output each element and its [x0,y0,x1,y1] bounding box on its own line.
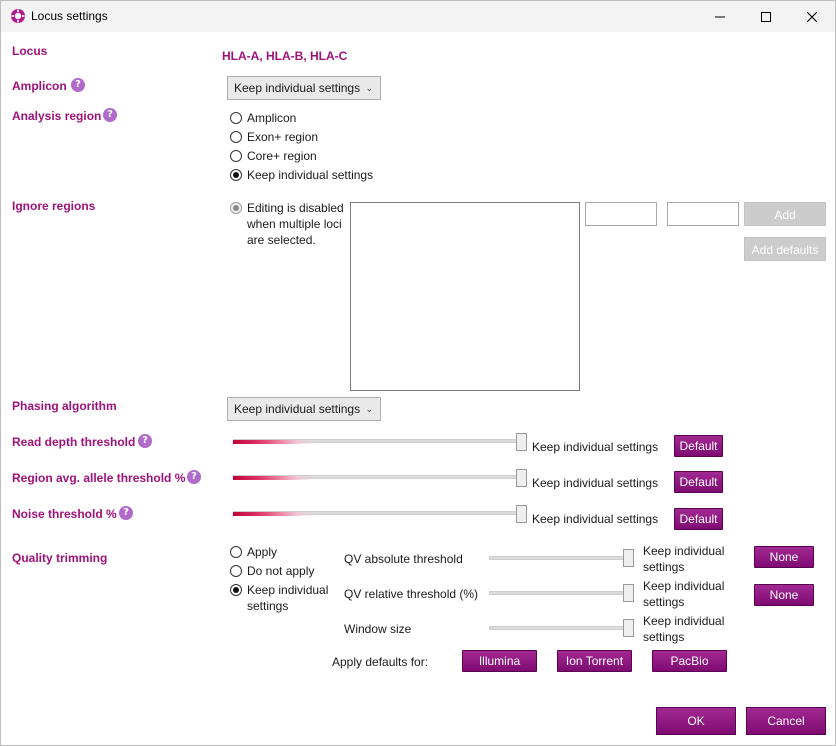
qv-absolute-value-line: settings [643,560,685,574]
amplicon-help-icon[interactable]: ? [71,78,85,92]
gear-app-icon [11,9,25,23]
locus-settings-window: Locus settings Locus HLA-A, HLA-B, HLA-C… [0,0,836,746]
read-depth-slider-fill [233,440,313,444]
maximize-icon [761,11,771,22]
qv-absolute-none-button[interactable]: None [754,546,814,568]
quality-trimming-radio-apply[interactable] [230,546,242,558]
analysis-region-radio-keep[interactable] [230,169,242,181]
ignore-regions-list[interactable] [350,202,580,391]
ignore-regions-note-line: Editing is disabled [247,201,344,215]
qv-relative-value-line: settings [643,595,685,609]
chevron-down-icon: ⌄ [365,83,373,93]
qv-relative-slider-track[interactable] [489,591,631,595]
analysis-region-option-label: Amplicon [247,111,297,125]
cancel-button[interactable]: Cancel [746,707,826,735]
ignore-regions-disabled-radio [230,202,242,214]
amplicon-label: Amplicon [12,79,67,93]
window-size-label: Window size [344,622,412,636]
quality-trimming-option-label: settings [247,599,289,613]
preset-pacbio-button[interactable]: PacBio [652,650,727,672]
analysis-region-option-label: Core+ region [247,149,317,163]
qv-absolute-slider-thumb[interactable] [623,549,634,567]
analysis-region-option-label: Exon+ region [247,130,319,144]
analysis-region-label: Analysis region [12,109,102,123]
phasing-algorithm-label: Phasing algorithm [12,399,117,413]
noise-threshold-help-icon[interactable]: ? [119,506,133,520]
noise-threshold-label: Noise threshold % [12,507,117,521]
window-size-value-line: Keep individual [643,614,725,628]
chevron-down-icon: ⌄ [365,404,373,414]
region-avg-allele-slider-thumb[interactable] [516,469,527,487]
noise-threshold-slider-fill [233,512,313,516]
title-bar: Locus settings [1,1,835,32]
read-depth-default-button[interactable]: Default [674,435,723,457]
minimize-button[interactable] [697,1,743,32]
amplicon-dropdown[interactable]: Keep individual settings ⌄ [227,76,381,100]
quality-trimming-radio-keep[interactable] [230,584,242,596]
analysis-region-radio-exon[interactable] [230,131,242,143]
preset-ion-torrent-button[interactable]: Ion Torrent [557,650,632,672]
noise-threshold-value: Keep individual settings [532,512,659,526]
region-avg-allele-value: Keep individual settings [532,476,659,490]
analysis-region-option-label: Keep individual settings [247,168,374,182]
window-title: Locus settings [31,9,108,23]
qv-relative-value-line: Keep individual [643,579,725,593]
qv-absolute-slider-track[interactable] [489,556,631,560]
apply-defaults-label: Apply defaults for: [332,655,429,669]
preset-illumina-button[interactable]: Illumina [462,650,537,672]
window-size-value-line: settings [643,630,685,644]
close-icon [807,11,817,22]
read-depth-slider-thumb[interactable] [516,433,527,451]
analysis-region-help-icon[interactable]: ? [103,108,117,122]
region-avg-allele-default-button[interactable]: Default [674,471,723,493]
ignore-regions-note-line: are selected. [247,233,316,247]
add-region-button[interactable]: Add [744,202,826,226]
read-depth-value: Keep individual settings [532,440,659,454]
qv-relative-slider-thumb[interactable] [623,584,634,602]
ignore-region-end-input[interactable] [667,202,739,226]
quality-trimming-option-label: Apply [247,545,278,559]
region-avg-allele-label: Region avg. allele threshold % [12,471,186,485]
window-size-slider-track[interactable] [489,626,631,630]
read-depth-help-icon[interactable]: ? [138,434,152,448]
qv-relative-label: QV relative threshold (%) [344,587,479,601]
analysis-region-radio-core[interactable] [230,150,242,162]
noise-threshold-slider-thumb[interactable] [516,505,527,523]
quality-trimming-option-label: Keep individual [247,583,329,597]
ignore-regions-note-line: when multiple loci [247,217,342,231]
locus-value: HLA-A, HLA-B, HLA-C [222,49,348,63]
window-size-value: Keep individual settings [643,613,743,645]
ignore-regions-label: Ignore regions [12,199,96,213]
region-avg-allele-slider-fill [233,476,313,480]
quality-trimming-label: Quality trimming [12,551,108,565]
qv-absolute-label: QV absolute threshold [344,552,463,566]
maximize-button[interactable] [743,1,789,32]
analysis-region-radio-amplicon[interactable] [230,112,242,124]
ignore-region-start-input[interactable] [585,202,657,226]
quality-trimming-option-label: Do not apply [247,564,315,578]
window-size-slider-thumb[interactable] [623,619,634,637]
locus-label: Locus [12,44,48,58]
close-button[interactable] [789,1,835,32]
phasing-algorithm-dropdown[interactable]: Keep individual settings ⌄ [227,397,381,421]
phasing-selected: Keep individual settings [234,402,361,416]
qv-relative-none-button[interactable]: None [754,584,814,606]
qv-absolute-value-line: Keep individual [643,544,725,558]
region-avg-allele-help-icon[interactable]: ? [187,470,201,484]
noise-threshold-default-button[interactable]: Default [674,508,723,530]
qv-relative-value: Keep individual settings [643,578,743,610]
read-depth-label: Read depth threshold [12,435,136,449]
minimize-icon [715,16,725,17]
ok-button[interactable]: OK [656,707,736,735]
add-defaults-button[interactable]: Add defaults [744,237,826,261]
quality-trimming-radio-do-not-apply[interactable] [230,565,242,577]
amplicon-selected: Keep individual settings [234,81,361,95]
qv-absolute-value: Keep individual settings [643,543,743,575]
